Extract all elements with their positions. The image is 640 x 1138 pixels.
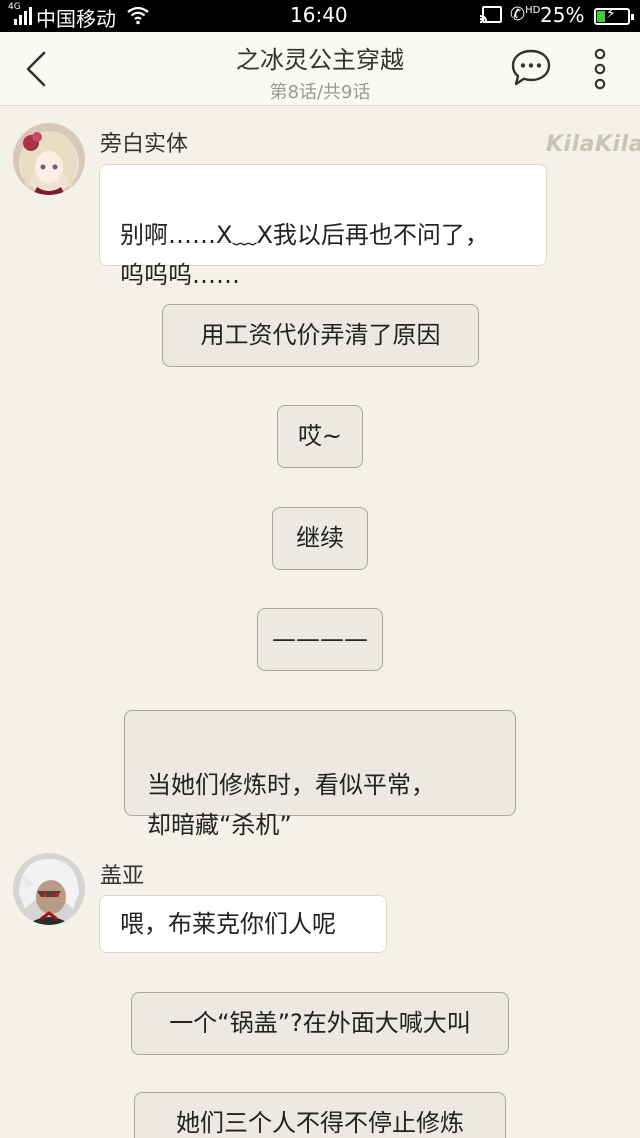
speaker-name: 盖亚 [100, 864, 145, 889]
boy-avatar-icon [13, 853, 85, 925]
narration-text: ———— [272, 625, 368, 653]
narration-bubble: 一个“锅盖”?在外面大喊大叫 [131, 992, 509, 1055]
signal-icon [14, 5, 32, 25]
back-arrow-icon[interactable] [18, 50, 54, 88]
narration-text: 她们三个人不得不停止修炼 [176, 1109, 464, 1137]
battery-icon: ⚡ [594, 6, 634, 25]
chat-bubble-text: 别啊……X﹏X我以后再也不问了， 呜呜呜…… [120, 221, 489, 289]
narration-bubble: 她们三个人不得不停止修炼 [134, 1092, 506, 1138]
status-bar: 4G 中国移动 16:40 ✆HD 25% ⚡ [0, 0, 640, 32]
more-options-icon[interactable] [588, 48, 612, 90]
narration-bubble: ———— [257, 608, 383, 671]
watermark: KilaKila [546, 132, 640, 157]
narration-text: 一个“锅盖”?在外面大喊大叫 [169, 1009, 471, 1037]
title-fade-left [150, 40, 166, 74]
speaker-name: 旁白实体 [100, 132, 189, 157]
girl-avatar-icon [13, 123, 85, 195]
narration-bubble: 用工资代价弄清了原因 [162, 304, 479, 367]
narration-text: 当她们修炼时，看似平常， 却暗藏“杀机” [147, 771, 435, 839]
hd-call-icon: ✆HD [510, 4, 541, 25]
carrier-label: 中国移动 [36, 7, 116, 31]
narration-text: 哎~ [297, 422, 343, 450]
narration-text: 用工资代价弄清了原因 [200, 321, 441, 349]
avatar[interactable] [13, 853, 85, 925]
narration-bubble: 哎~ [277, 405, 363, 468]
chat-bubble: 别啊……X﹏X我以后再也不问了， 呜呜呜…… [99, 164, 547, 289]
narration-bubble: 当她们修炼时，看似平常， 却暗藏“杀机” [124, 710, 516, 839]
cast-icon [480, 6, 502, 23]
top-bar: 之冰灵公主穿越 第8话/共9话 [0, 32, 640, 106]
narration-bubble: 继续 [272, 507, 368, 570]
wifi-icon [127, 6, 149, 25]
charging-icon: ⚡ [606, 6, 616, 22]
hd-badge: HD [525, 5, 541, 16]
chat-bubble: 喂，布莱克你们人呢 [99, 895, 387, 953]
clock: 16:40 [290, 3, 348, 27]
title-container: 之冰灵公主穿越 [150, 40, 490, 75]
episode-counter: 第8话/共9话 [269, 82, 371, 103]
comment-icon[interactable] [510, 48, 552, 88]
avatar[interactable] [13, 123, 85, 195]
title-fade-right [462, 40, 490, 74]
page-title: 之冰灵公主穿越 [236, 46, 404, 74]
narration-text: 继续 [296, 524, 344, 552]
chat-bubble-text: 喂，布莱克你们人呢 [120, 910, 336, 938]
battery-fill [597, 11, 605, 22]
battery-percent: 25% [540, 3, 585, 27]
